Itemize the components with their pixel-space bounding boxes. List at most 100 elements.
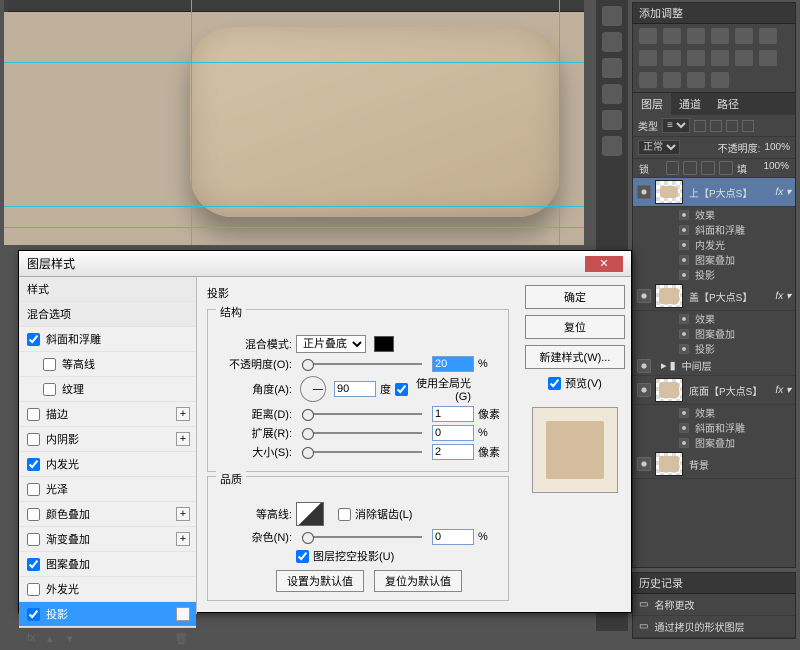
layer-thumbnail[interactable] [655,180,683,204]
style-checkbox[interactable] [27,433,40,446]
add-effect-icon[interactable]: + [176,607,190,621]
history-row[interactable]: ▭通过拷贝的形状图层 [633,616,795,638]
adjustment-icon[interactable] [759,28,777,44]
adjustment-icon[interactable] [687,28,705,44]
fill-value[interactable]: 100% [763,161,789,175]
style-item[interactable]: 纹理 [19,377,196,402]
visibility-toggle[interactable] [679,255,689,265]
angle-input[interactable] [334,381,376,397]
lock-icon[interactable] [719,161,733,175]
adjustment-icon[interactable] [711,28,729,44]
style-item[interactable]: 等高线 [19,352,196,377]
guide-vertical[interactable] [559,0,560,245]
noise-slider[interactable] [302,536,422,538]
spread-input[interactable] [432,425,474,441]
adjustment-icon[interactable] [687,72,705,88]
opacity-slider[interactable] [302,363,422,365]
guide-horizontal[interactable] [4,206,584,207]
guide-horizontal[interactable] [4,62,584,63]
style-checkbox[interactable] [27,458,40,471]
styles-header[interactable]: 样式 [19,277,196,302]
panel-icon[interactable] [602,32,622,52]
history-row[interactable]: ▭名称更改 [633,594,795,616]
spread-slider[interactable] [302,432,422,434]
ruler-horizontal[interactable] [8,0,584,12]
opacity-input[interactable] [432,356,474,372]
lock-icon[interactable] [666,161,680,175]
fx-badge[interactable]: fx ▾ [775,291,791,302]
tab-paths[interactable]: 路径 [709,93,747,115]
layer-row[interactable]: 底面【P大点S】fx ▾ [633,376,795,405]
style-checkbox[interactable] [43,383,56,396]
style-item[interactable]: 斜面和浮雕 [19,327,196,352]
style-checkbox[interactable] [27,483,40,496]
contour-picker[interactable] [296,502,324,526]
style-item[interactable]: 渐变叠加+ [19,527,196,552]
ok-button[interactable]: 确定 [525,285,625,309]
layer-thumbnail[interactable] [655,378,683,402]
visibility-toggle[interactable] [679,225,689,235]
visibility-toggle[interactable] [637,185,651,199]
distance-slider[interactable] [302,413,422,415]
layer-row[interactable]: 背景 [633,450,795,479]
visibility-toggle[interactable] [679,438,689,448]
filter-icon[interactable] [726,120,738,132]
visibility-toggle[interactable] [637,383,651,397]
filter-icon[interactable] [710,120,722,132]
style-checkbox[interactable] [27,508,40,521]
anti-alias-checkbox[interactable]: 消除锯齿(L) [338,506,414,522]
style-checkbox[interactable] [27,608,40,621]
style-item[interactable]: 颜色叠加+ [19,502,196,527]
adjustment-icon[interactable] [663,28,681,44]
effects-header[interactable]: 效果 [633,311,795,326]
adjustment-icon[interactable] [711,50,729,66]
tab-layers[interactable]: 图层 [633,93,671,115]
arrow-down-icon[interactable]: ▾ [67,632,81,646]
global-light-checkbox[interactable]: 使用全局光 (G) [395,375,471,403]
blending-options-header[interactable]: 混合选项 [19,302,196,327]
panel-icon[interactable] [602,84,622,104]
effects-header[interactable]: 效果 [633,405,795,420]
add-effect-icon[interactable]: + [176,407,190,421]
size-slider[interactable] [302,451,422,453]
style-checkbox[interactable] [27,558,40,571]
tab-channels[interactable]: 通道 [671,93,709,115]
visibility-toggle[interactable] [679,329,689,339]
lock-icon[interactable] [701,161,715,175]
layer-row[interactable]: 盖【P大点S】fx ▾ [633,282,795,311]
style-checkbox[interactable] [27,408,40,421]
fx-icon[interactable]: fx [27,632,41,646]
layer-thumbnail[interactable] [655,452,683,476]
arrow-up-icon[interactable]: ▴ [47,632,61,646]
shadow-color-swatch[interactable] [374,336,394,352]
layer-thumbnail[interactable] [655,284,683,308]
style-item[interactable]: 投影+ [19,602,196,627]
kind-filter[interactable]: ≡ [662,118,690,133]
layer-name[interactable]: 背景 [689,457,791,472]
filter-icon[interactable] [742,120,754,132]
style-item[interactable]: 光泽 [19,477,196,502]
style-item[interactable]: 外发光 [19,577,196,602]
effect-row[interactable]: 图案叠加 [633,326,795,341]
adjustment-icon[interactable] [639,72,657,88]
visibility-toggle[interactable] [679,408,689,418]
guide-vertical[interactable] [191,0,192,245]
style-checkbox[interactable] [27,583,40,596]
visibility-toggle[interactable] [679,344,689,354]
knockout-checkbox[interactable]: 图层挖空投影(U) [296,548,500,564]
visibility-toggle[interactable] [637,457,651,471]
visibility-toggle[interactable] [679,240,689,250]
angle-dial[interactable] [300,376,326,402]
lock-icon[interactable] [683,161,697,175]
style-checkbox[interactable] [27,533,40,546]
adjustment-icon[interactable] [735,28,753,44]
make-default-button[interactable]: 设置为默认值 [276,570,364,592]
dialog-titlebar[interactable]: 图层样式 ✕ [19,251,631,277]
effect-row[interactable]: 斜面和浮雕 [633,222,795,237]
visibility-toggle[interactable] [679,210,689,220]
distance-input[interactable] [432,406,474,422]
style-item[interactable]: 描边+ [19,402,196,427]
effect-row[interactable]: 斜面和浮雕 [633,420,795,435]
fx-badge[interactable]: fx ▾ [775,187,791,198]
layer-group-row[interactable]: ▸ ▮中间层 [633,356,795,376]
